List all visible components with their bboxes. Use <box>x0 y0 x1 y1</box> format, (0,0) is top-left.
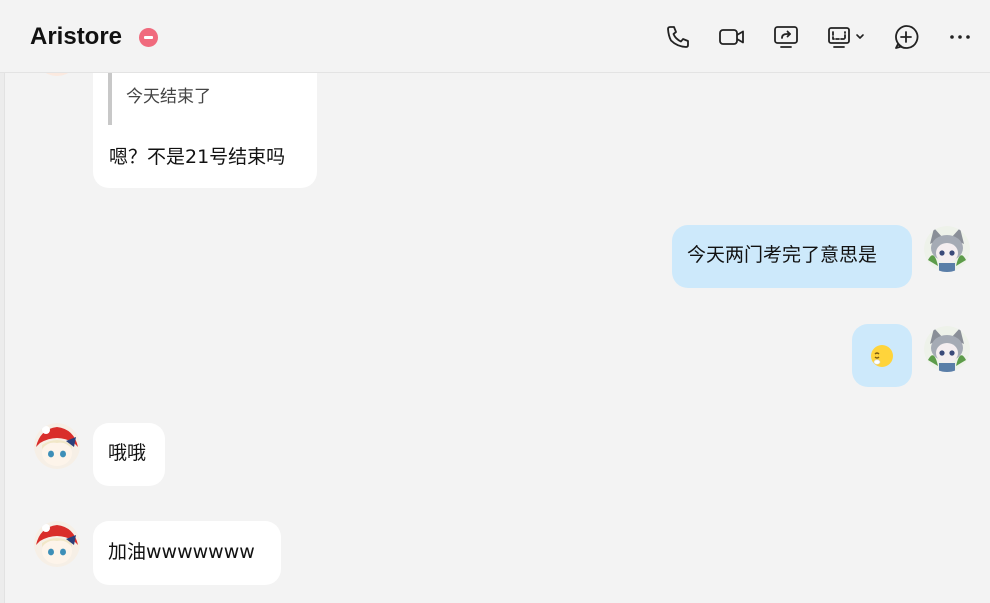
phone-icon <box>667 26 689 48</box>
more-icon <box>950 35 970 39</box>
message-text: 加油wwwwwww <box>108 541 255 563</box>
more-options-button[interactable] <box>945 22 975 52</box>
sender-avatar[interactable] <box>34 423 80 469</box>
message-bubble-outgoing[interactable]: 今天两门考完了意思是 <box>672 225 912 288</box>
self-avatar[interactable] <box>924 226 970 272</box>
screen-layout-icon <box>828 27 864 48</box>
chat-header: Aristore <box>0 0 990 73</box>
share-screen-icon <box>774 26 798 48</box>
audio-call-button[interactable] <box>663 22 693 52</box>
message-text: 哦哦 <box>108 442 147 464</box>
do-not-disturb-status-icon <box>139 28 158 47</box>
message-text: 嗯？不是21号结束吗 <box>109 146 286 168</box>
sleepy-face-emoji-icon <box>871 345 893 367</box>
message-text: 今天两门考完了意思是 <box>687 244 878 266</box>
chat-window: 今天结束了 嗯？不是21号结束吗 今天两门考完了意思是 哦哦 加油wwwwwww… <box>0 0 990 603</box>
share-screen-button[interactable] <box>771 22 801 52</box>
message-bubble-incoming[interactable]: 哦哦 <box>93 423 165 486</box>
sender-avatar[interactable] <box>34 521 80 567</box>
video-camera-icon <box>719 29 744 45</box>
quoted-message-text: 今天结束了 <box>126 87 211 107</box>
add-people-button[interactable] <box>891 22 921 52</box>
video-call-button[interactable] <box>717 22 747 52</box>
screen-layout-dropdown[interactable] <box>826 22 868 52</box>
message-bubble-incoming[interactable]: 加油wwwwwww <box>93 521 281 585</box>
add-people-icon <box>895 25 919 49</box>
message-bubble-outgoing[interactable] <box>852 324 912 387</box>
message-list[interactable]: 今天结束了 嗯？不是21号结束吗 今天两门考完了意思是 哦哦 加油wwwwwww <box>0 0 990 603</box>
chat-title[interactable]: Aristore <box>30 21 122 53</box>
quote-bar <box>108 72 112 125</box>
self-avatar[interactable] <box>924 326 970 372</box>
